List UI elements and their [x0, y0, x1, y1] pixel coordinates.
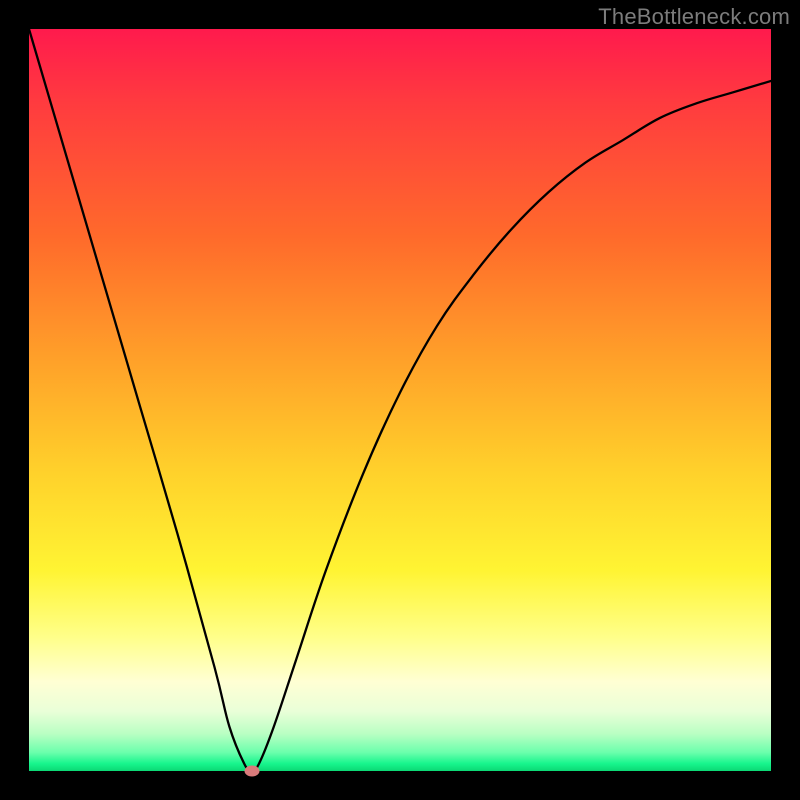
optimum-marker [244, 766, 259, 777]
watermark-text: TheBottleneck.com [598, 4, 790, 30]
bottleneck-curve [29, 29, 771, 771]
curve-layer [29, 29, 771, 771]
chart-frame: TheBottleneck.com [0, 0, 800, 800]
plot-area [29, 29, 771, 771]
